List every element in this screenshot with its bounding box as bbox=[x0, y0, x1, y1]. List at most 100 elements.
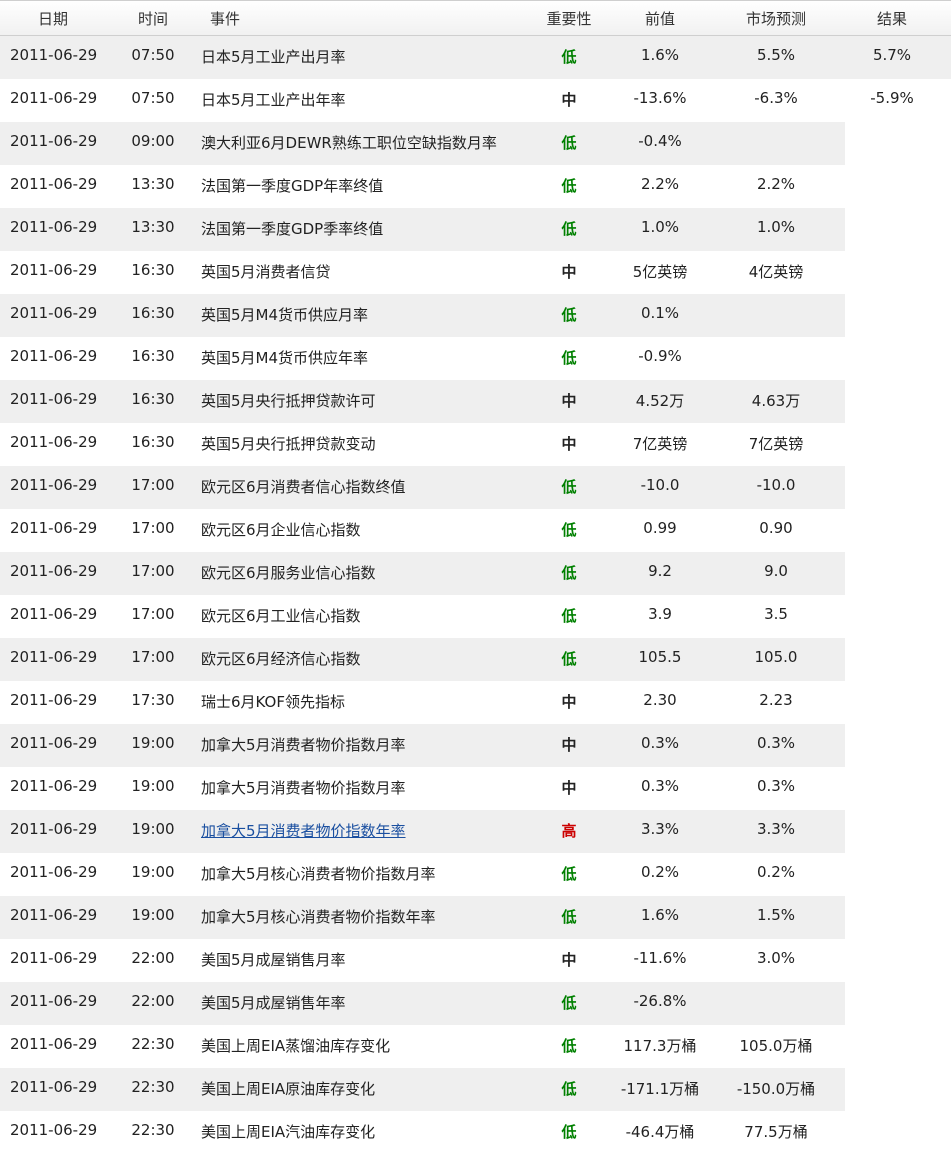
cell-event: 英国5月央行抵押贷款许可 bbox=[201, 392, 376, 410]
importance-badge: 中 bbox=[561, 951, 577, 969]
cell-time: 22:30 bbox=[131, 1035, 175, 1053]
cell-result: 5.7% bbox=[872, 46, 912, 64]
cell-result bbox=[834, 939, 950, 982]
importance-badge: 低 bbox=[561, 48, 577, 66]
importance-badge: 中 bbox=[561, 91, 577, 109]
cell-time: 22:00 bbox=[131, 992, 175, 1010]
table-row: 2011-06-29 17:00 欧元区6月服务业信心指数 低 9.2 9.0 bbox=[0, 552, 951, 595]
cell-event: 加拿大5月消费者物价指数月率 bbox=[201, 779, 406, 797]
cell-time: 07:50 bbox=[131, 89, 175, 107]
cell-event: 瑞士6月KOF领先指标 bbox=[201, 693, 345, 711]
cell-event: 欧元区6月服务业信心指数 bbox=[201, 564, 376, 582]
importance-badge: 低 bbox=[561, 908, 577, 926]
importance-badge: 低 bbox=[561, 220, 577, 238]
cell-date: 2011-06-29 bbox=[10, 863, 98, 881]
cell-importance: 低 bbox=[536, 122, 602, 165]
cell-event: 加拿大5月核心消费者物价指数月率 bbox=[201, 865, 436, 883]
cell-date: 2011-06-29 bbox=[10, 1035, 98, 1053]
importance-badge: 低 bbox=[561, 177, 577, 195]
cell-forecast: 105.0 bbox=[754, 648, 798, 666]
importance-badge: 低 bbox=[561, 478, 577, 496]
cell-forecast: 0.3% bbox=[756, 777, 796, 795]
cell-importance: 低 bbox=[536, 294, 602, 337]
cell-event: 欧元区6月经济信心指数 bbox=[201, 650, 361, 668]
cell-time: 17:00 bbox=[131, 562, 175, 580]
cell-importance: 中 bbox=[536, 767, 602, 810]
cell-forecast: 2.23 bbox=[759, 691, 793, 709]
cell-forecast: 0.2% bbox=[756, 863, 796, 881]
cell-date: 2011-06-29 bbox=[10, 605, 98, 623]
cell-forecast: 2.2% bbox=[756, 175, 796, 193]
cell-date: 2011-06-29 bbox=[10, 519, 98, 537]
cell-importance: 低 bbox=[536, 1068, 602, 1111]
cell-previous: 2.2% bbox=[640, 175, 680, 193]
importance-badge: 低 bbox=[561, 134, 577, 152]
cell-result bbox=[834, 853, 950, 896]
cell-importance: 低 bbox=[536, 896, 602, 939]
table-row: 2011-06-29 16:30 英国5月央行抵押贷款变动 中 7亿英镑 7亿英镑 bbox=[0, 423, 951, 466]
cell-forecast: 4.63万 bbox=[751, 392, 801, 410]
table-row: 2011-06-29 13:30 法国第一季度GDP季率终值 低 1.0% 1.0% bbox=[0, 208, 951, 251]
cell-previous: 0.2% bbox=[640, 863, 680, 881]
cell-result bbox=[834, 810, 950, 853]
cell-date: 2011-06-29 bbox=[10, 89, 98, 107]
cell-event: 法国第一季度GDP年率终值 bbox=[201, 177, 384, 195]
cell-importance: 低 bbox=[536, 466, 602, 509]
table-row: 2011-06-29 16:30 英国5月M4货币供应月率 低 0.1% bbox=[0, 294, 951, 337]
table-row: 2011-06-29 22:00 美国5月成屋销售年率 低 -26.8% bbox=[0, 982, 951, 1025]
table-row: 2011-06-29 16:30 英国5月M4货币供应年率 低 -0.9% bbox=[0, 337, 951, 380]
cell-previous: 117.3万桶 bbox=[623, 1037, 697, 1055]
cell-result bbox=[834, 681, 950, 724]
cell-event: 日本5月工业产出月率 bbox=[201, 48, 346, 66]
cell-date: 2011-06-29 bbox=[10, 949, 98, 967]
cell-forecast: -10.0 bbox=[756, 476, 796, 494]
cell-date: 2011-06-29 bbox=[10, 132, 98, 150]
cell-date: 2011-06-29 bbox=[10, 992, 98, 1010]
importance-badge: 低 bbox=[561, 607, 577, 625]
table-row: 2011-06-29 16:30 英国5月消费者信贷 中 5亿英镑 4亿英镑 bbox=[0, 251, 951, 294]
header-event: 事件 bbox=[210, 9, 241, 28]
cell-result bbox=[834, 1111, 950, 1154]
cell-date: 2011-06-29 bbox=[10, 562, 98, 580]
cell-forecast: 77.5万桶 bbox=[744, 1123, 808, 1141]
cell-event: 欧元区6月工业信心指数 bbox=[201, 607, 361, 625]
cell-previous: 0.1% bbox=[640, 304, 680, 322]
cell-event: 欧元区6月消费者信心指数终值 bbox=[201, 478, 406, 496]
cell-date: 2011-06-29 bbox=[10, 734, 98, 752]
importance-badge: 低 bbox=[561, 521, 577, 539]
cell-importance: 低 bbox=[536, 208, 602, 251]
cell-date: 2011-06-29 bbox=[10, 175, 98, 193]
cell-time: 17:30 bbox=[131, 691, 175, 709]
cell-result bbox=[834, 122, 950, 165]
event-link[interactable]: 加拿大5月消费者物价指数年率 bbox=[201, 820, 406, 841]
cell-importance: 中 bbox=[536, 380, 602, 423]
table-row: 2011-06-29 16:30 英国5月央行抵押贷款许可 中 4.52万 4.63万 bbox=[0, 380, 951, 423]
cell-result bbox=[834, 896, 950, 939]
cell-date: 2011-06-29 bbox=[10, 906, 98, 924]
header-time: 时间 bbox=[137, 9, 168, 28]
cell-importance: 中 bbox=[536, 423, 602, 466]
cell-forecast: -6.3% bbox=[754, 89, 798, 107]
importance-badge: 低 bbox=[561, 865, 577, 883]
cell-importance: 低 bbox=[536, 509, 602, 552]
cell-date: 2011-06-29 bbox=[10, 648, 98, 666]
cell-previous: 3.9 bbox=[648, 605, 672, 623]
header-previous: 前值 bbox=[644, 9, 675, 28]
cell-result bbox=[834, 509, 950, 552]
cell-time: 19:00 bbox=[131, 820, 175, 838]
cell-importance: 低 bbox=[536, 1111, 602, 1154]
table-row: 2011-06-29 19:00 加拿大5月核心消费者物价指数年率 低 1.6% 1.5% bbox=[0, 896, 951, 939]
cell-importance: 低 bbox=[536, 552, 602, 595]
cell-forecast: 9.0 bbox=[764, 562, 788, 580]
cell-forecast: 0.3% bbox=[756, 734, 796, 752]
cell-event: 日本5月工业产出年率 bbox=[201, 91, 346, 109]
table-row: 2011-06-29 22:30 美国上周EIA原油库存变化 低 -171.1万桶 -15… bbox=[0, 1068, 951, 1111]
cell-result bbox=[834, 251, 950, 294]
cell-result bbox=[834, 552, 950, 595]
importance-badge: 中 bbox=[561, 263, 577, 281]
cell-date: 2011-06-29 bbox=[10, 433, 98, 451]
cell-date: 2011-06-29 bbox=[10, 304, 98, 322]
cell-previous: -13.6% bbox=[633, 89, 687, 107]
cell-forecast: 1.5% bbox=[756, 906, 796, 924]
cell-date: 2011-06-29 bbox=[10, 476, 98, 494]
